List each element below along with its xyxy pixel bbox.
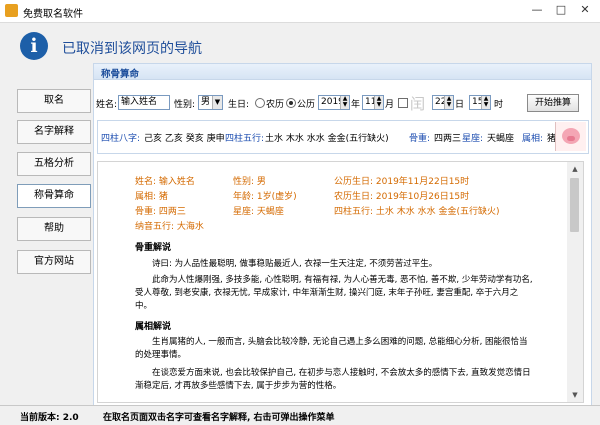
minimize-button[interactable]: —: [526, 2, 548, 18]
leap-month-checkbox[interactable]: [398, 98, 408, 108]
bone-weight-panel: 称骨算命 姓名: 输入姓名 性别: 男 ▼ 生日: 农历 公历 2019 ▲ ▼ …: [93, 63, 592, 407]
app-icon: [5, 4, 18, 17]
detail-star: 星座: 天蝎座: [233, 207, 284, 217]
gender-select[interactable]: 男 ▼: [198, 95, 223, 110]
wuxing-label: 四柱五行:: [225, 134, 265, 144]
title-bar: 免费取名软件 — □ ✕: [0, 0, 600, 23]
version-text: 当前版本: 2.0: [20, 413, 79, 423]
day-unit: 日: [455, 100, 465, 110]
bazi-value: 己亥 乙亥 癸亥 庚申: [144, 134, 225, 144]
detail-name: 姓名: 输入姓名: [135, 177, 195, 187]
name-label: 姓名:: [96, 100, 118, 110]
panel-header: 称骨算命: [94, 64, 591, 80]
star-value: 天蝎座: [487, 134, 515, 144]
bazi-label: 四柱八字:: [101, 134, 141, 144]
detail-scrollbar[interactable]: ▲ ▼: [567, 161, 584, 403]
hour-spinner[interactable]: 15 ▲ ▼: [469, 95, 491, 110]
nav-button-website[interactable]: 官方网站: [17, 250, 91, 274]
birth-label: 生日:: [228, 100, 250, 110]
zodiac-label: 属相:: [522, 134, 544, 144]
detail-lunar-birth: 农历生日: 2019年10月26日15时: [334, 192, 470, 202]
spinner-arrows-icon: ▲ ▼: [481, 96, 490, 109]
name-input[interactable]: 输入姓名: [118, 95, 170, 110]
wuxing-value: 土水 木水 水水 金金(五行缺火): [265, 134, 389, 144]
nav-button-help[interactable]: 帮助: [17, 217, 91, 241]
nav-button-wuge[interactable]: 五格分析: [17, 152, 91, 176]
pig-zodiac-icon: [555, 122, 586, 151]
spinner-arrows-icon: ▲ ▼: [374, 96, 383, 109]
chevron-down-icon: ▼: [212, 96, 222, 109]
gender-label: 性别:: [174, 100, 196, 110]
banner-message: 已取消到该网页的导航: [62, 41, 202, 57]
detail-solar-birth: 公历生日: 2019年11月22日15时: [334, 177, 470, 187]
leap-month-label: 闰: [410, 95, 426, 113]
nav-button-bone-weight[interactable]: 称骨算命: [17, 184, 91, 208]
section-title-bone: 骨重解说: [135, 243, 172, 253]
detail-content: 姓名: 输入姓名 性别: 男 公历生日: 2019年11月22日15时 属相: …: [97, 161, 569, 403]
lunar-label: 农历: [266, 100, 285, 110]
input-form: 姓名: 输入姓名 性别: 男 ▼ 生日: 农历 公历 2019 ▲ ▼ 年 11 …: [94, 94, 591, 113]
hint-text: 在取名页面双击名字可查看名字解释, 右击可弹出操作菜单: [103, 413, 335, 423]
scroll-down-icon[interactable]: ▼: [567, 388, 583, 402]
bone-label: 骨重:: [409, 134, 431, 144]
detail-gender: 性别: 男: [233, 177, 266, 187]
lunar-radio[interactable]: [255, 98, 265, 108]
year-unit: 年: [351, 100, 361, 110]
solar-label: 公历: [297, 100, 316, 110]
detail-wuxing: 四柱五行: 土水 木水 水水 金金(五行缺火): [334, 207, 500, 217]
bone-explanation: 此命为人性爆刚强, 多技多能, 心性聪明, 有福有禄, 为人心善无毒, 恶不怕,…: [135, 275, 533, 311]
day-spinner[interactable]: 22 ▲ ▼: [432, 95, 454, 110]
section-title-zodiac: 属相解说: [135, 322, 172, 332]
nav-button-naming[interactable]: 取名: [17, 89, 91, 113]
spinner-arrows-icon: ▲ ▼: [340, 96, 349, 109]
maximize-button[interactable]: □: [550, 2, 572, 18]
star-label: 星座:: [462, 134, 484, 144]
info-icon: i: [20, 32, 48, 60]
window-title: 免费取名软件: [23, 9, 83, 20]
spinner-arrows-icon: ▲ ▼: [444, 96, 453, 109]
bone-poem: 诗曰: 为人品性最聪明, 做事稳贴最近人, 衣禄一生天注定, 不须劳苦过平生。: [152, 259, 438, 269]
panel-title: 称骨算命: [101, 69, 140, 80]
gender-value: 男: [201, 97, 211, 107]
year-spinner[interactable]: 2019 ▲ ▼: [318, 95, 350, 110]
scroll-thumb[interactable]: [570, 178, 579, 232]
detail-nayin: 纳音五行: 大海水: [135, 222, 204, 232]
summary-bar: 四柱八字: 己亥 乙亥 癸亥 庚申 四柱五行: 土水 木水 水水 金金(五行缺火…: [97, 120, 589, 154]
detail-bone: 骨重: 四两三: [135, 207, 186, 217]
zodiac-explanation-2: 在谈恋爱方面来说, 也会比较保护自己, 在初步与恋人接触时, 不会放太多的感情下…: [135, 368, 531, 391]
hour-unit: 时: [494, 100, 504, 110]
status-bar: 当前版本: 2.0 在取名页面双击名字可查看名字解释, 右击可弹出操作菜单: [0, 405, 600, 425]
detail-zodiac: 属相: 猪: [135, 192, 168, 202]
navigation-cancelled-banner: i 已取消到该网页的导航: [0, 23, 600, 63]
close-button[interactable]: ✕: [574, 2, 596, 18]
start-calc-button[interactable]: 开始推算: [527, 94, 579, 112]
nav-button-name-explain[interactable]: 名字解释: [17, 120, 91, 144]
month-spinner[interactable]: 11 ▲ ▼: [362, 95, 384, 110]
solar-radio[interactable]: [286, 98, 296, 108]
scroll-up-icon[interactable]: ▲: [567, 162, 583, 176]
bone-value: 四两三: [434, 134, 462, 144]
zodiac-explanation-1: 生肖属猪的人, 一般而言, 头脑会比较冷静, 无论自己遇上多么困难的问题, 总能…: [135, 337, 528, 360]
detail-age: 年龄: 1岁(虚岁): [233, 192, 297, 202]
month-unit: 月: [385, 100, 395, 110]
